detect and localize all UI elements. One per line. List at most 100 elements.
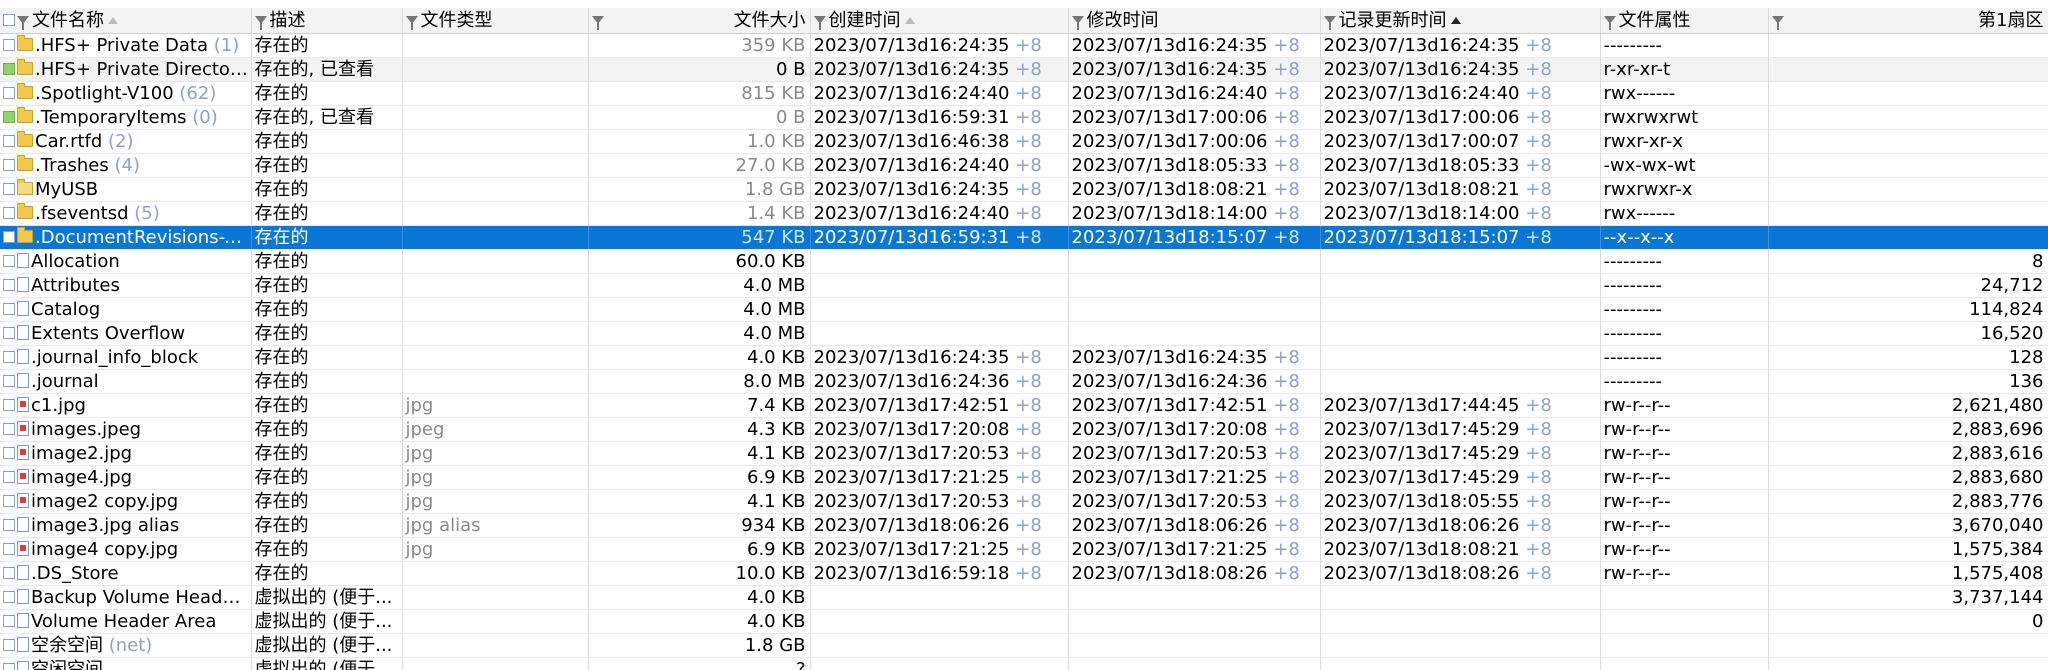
cell-record-updated[interactable]: 2023/07/13d17:45:29 +8 [1320,465,1601,490]
table-row[interactable]: .journal_info_block 存在的 4.0 KB 2023/07/13d1… [0,345,2048,370]
cell-first-sector[interactable]: 2,883,776 [1768,489,2048,514]
cell-created[interactable] [810,249,1069,274]
cell-record-updated[interactable]: 2023/07/13d18:08:21 +8 [1320,537,1601,562]
cell-first-sector[interactable]: 3,670,040 [1768,513,2048,538]
cell-created[interactable]: 2023/07/13d18:06:26 +8 [810,513,1069,538]
cell-record-updated[interactable] [1320,249,1601,274]
column-header-desc[interactable]: 描述 [251,8,403,34]
cell-type[interactable] [402,345,589,370]
cell-modified[interactable] [1068,609,1321,634]
cell-record-updated[interactable] [1320,345,1601,370]
cell-modified[interactable] [1068,633,1321,658]
cell-attrs[interactable]: rwx------ [1600,201,1769,226]
cell-attrs[interactable]: -wx-wx-wt [1600,153,1769,178]
cell-size[interactable]: 4.1 KB [588,489,811,514]
cell-modified[interactable]: 2023/07/13d18:05:33 +8 [1068,153,1321,178]
cell-name[interactable]: Allocation [0,249,252,274]
cell-first-sector[interactable] [1768,657,2048,670]
cell-created[interactable]: 2023/07/13d16:59:18 +8 [810,561,1069,586]
cell-created[interactable]: 2023/07/13d17:20:08 +8 [810,417,1069,442]
cell-type[interactable]: jpg alias [402,513,589,538]
cell-record-updated[interactable]: 2023/07/13d18:08:21 +8 [1320,177,1601,202]
cell-modified[interactable] [1068,657,1321,670]
cell-attrs[interactable]: rwxr-xr-x [1600,129,1769,154]
table-row[interactable]: image2.jpg 存在的 jpg 4.1 KB 2023/07/13d17:20:5… [0,441,2048,466]
cell-type[interactable] [402,177,589,202]
cell-created[interactable]: 2023/07/13d16:24:40 +8 [810,81,1069,106]
cell-desc[interactable]: 存在的 [251,345,403,370]
table-row[interactable]: .Spotlight-V100 (62) 存在的 815 KB 2023/07/13d… [0,81,2048,106]
cell-size[interactable]: 0 B [588,105,811,130]
cell-attrs[interactable] [1600,585,1769,610]
table-row[interactable]: images.jpeg 存在的 jpeg 4.3 KB 2023/07/13d17:20… [0,417,2048,442]
cell-modified[interactable] [1068,321,1321,346]
cell-record-updated[interactable] [1320,321,1601,346]
cell-size[interactable]: 1.0 KB [588,129,811,154]
cell-created[interactable] [810,657,1069,670]
cell-created[interactable] [810,609,1069,634]
cell-created[interactable] [810,321,1069,346]
row-checkbox-icon[interactable] [3,446,15,459]
cell-record-updated[interactable] [1320,585,1601,610]
cell-created[interactable]: 2023/07/13d16:24:40 +8 [810,201,1069,226]
cell-record-updated[interactable] [1320,633,1601,658]
cell-first-sector[interactable]: 2,883,616 [1768,441,2048,466]
cell-name[interactable]: image4.jpg [0,465,252,490]
cell-desc[interactable]: 存在的, 已查看 [251,105,403,130]
cell-created[interactable]: 2023/07/13d16:46:38 +8 [810,129,1069,154]
cell-first-sector[interactable]: 8 [1768,249,2048,274]
cell-size[interactable]: 10.0 KB [588,561,811,586]
cell-record-updated[interactable]: 2023/07/13d18:05:55 +8 [1320,489,1601,514]
cell-name[interactable]: .TemporaryItems (0) [0,105,252,130]
cell-first-sector[interactable]: 0 [1768,609,2048,634]
cell-name[interactable]: Extents Overflow [0,321,252,346]
cell-desc[interactable]: 存在的 [251,129,403,154]
cell-desc[interactable]: 存在的 [251,513,403,538]
cell-modified[interactable] [1068,249,1321,274]
row-checkbox-icon[interactable] [3,38,15,51]
cell-modified[interactable]: 2023/07/13d18:15:07 +8 [1068,225,1321,250]
cell-desc[interactable]: 存在的 [251,441,403,466]
cell-modified[interactable] [1068,273,1321,298]
cell-size[interactable]: 60.0 KB [588,249,811,274]
cell-desc[interactable]: 存在的 [251,369,403,394]
cell-created[interactable]: 2023/07/13d16:24:35 +8 [810,33,1069,58]
cell-created[interactable]: 2023/07/13d16:24:35 +8 [810,177,1069,202]
cell-modified[interactable]: 2023/07/13d16:24:35 +8 [1068,33,1321,58]
cell-first-sector[interactable]: 24,712 [1768,273,2048,298]
cell-type[interactable] [402,657,589,670]
cell-size[interactable]: 4.3 KB [588,417,811,442]
cell-desc[interactable]: 存在的 [251,393,403,418]
cell-type[interactable] [402,369,589,394]
cell-name[interactable]: image2.jpg [0,441,252,466]
cell-record-updated[interactable]: 2023/07/13d17:45:29 +8 [1320,417,1601,442]
cell-record-updated[interactable]: 2023/07/13d18:08:26 +8 [1320,561,1601,586]
cell-size[interactable]: 27.0 KB [588,153,811,178]
cell-size[interactable]: 359 KB [588,33,811,58]
cell-size[interactable]: 4.0 MB [588,321,811,346]
cell-name[interactable]: .journal [0,369,252,394]
cell-first-sector[interactable] [1768,57,2048,82]
cell-modified[interactable]: 2023/07/13d17:20:08 +8 [1068,417,1321,442]
cell-modified[interactable]: 2023/07/13d17:00:06 +8 [1068,129,1321,154]
cell-created[interactable]: 2023/07/13d17:21:25 +8 [810,537,1069,562]
cell-modified[interactable]: 2023/07/13d17:21:25 +8 [1068,465,1321,490]
cell-created[interactable]: 2023/07/13d16:24:35 +8 [810,345,1069,370]
filter-icon[interactable] [1071,15,1084,30]
cell-size[interactable]: 4.0 KB [588,345,811,370]
cell-size[interactable]: ? [588,657,811,670]
cell-attrs[interactable]: rwxrwxr-x [1600,177,1769,202]
cell-name[interactable]: Catalog [0,297,252,322]
cell-name[interactable]: image3.jpg alias [0,513,252,538]
cell-record-updated[interactable]: 2023/07/13d18:15:07 +8 [1320,225,1601,250]
table-row[interactable]: .journal 存在的 8.0 MB 2023/07/13d16:24:36 +8 2… [0,369,2048,394]
select-all-checkbox-icon[interactable] [3,13,15,26]
row-checkbox-icon[interactable] [3,350,15,363]
cell-first-sector[interactable]: 16,520 [1768,321,2048,346]
cell-first-sector[interactable] [1768,177,2048,202]
row-checkbox-icon[interactable] [3,278,15,291]
row-checkbox-icon[interactable] [3,326,15,339]
cell-size[interactable]: 1.8 GB [588,177,811,202]
cell-record-updated[interactable]: 2023/07/13d18:05:33 +8 [1320,153,1601,178]
cell-created[interactable]: 2023/07/13d16:59:31 +8 [810,225,1069,250]
